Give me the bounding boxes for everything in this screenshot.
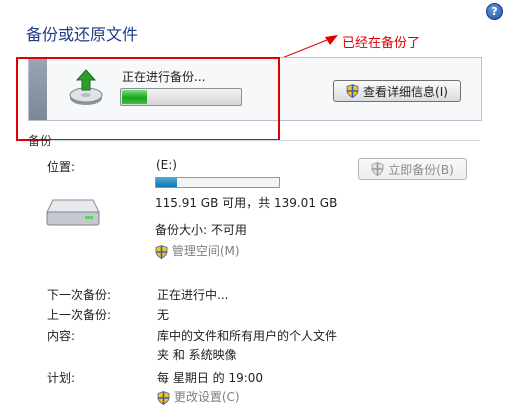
page-title: 备份或还原文件	[26, 25, 139, 44]
backup-now-button[interactable]: 立即备份(B)	[358, 158, 467, 180]
manage-space-link-wrap[interactable]: 管理空间(M)	[155, 242, 240, 259]
drive-space-text: 115.91 GB 可用，共 139.01 GB	[155, 196, 338, 210]
section-divider	[50, 140, 480, 141]
shield-icon	[155, 244, 168, 259]
drive-letter: (E:)	[156, 158, 177, 172]
manage-space-link[interactable]: 管理空间(M)	[172, 244, 240, 258]
backup-size-text: 备份大小: 不可用	[155, 223, 247, 237]
contents-label: 内容:	[47, 329, 76, 343]
location-label: 位置:	[47, 160, 76, 174]
change-settings-link[interactable]: 更改设置(C)	[174, 390, 240, 404]
view-details-button[interactable]: 查看详细信息(I)	[333, 80, 461, 102]
schedule-value: 每 星期日 的 19:00	[157, 371, 264, 385]
last-backup-value: 无	[157, 308, 170, 322]
capacity-fill	[156, 178, 177, 187]
next-backup-label: 下一次备份:	[47, 288, 112, 302]
schedule-label: 计划:	[47, 371, 76, 385]
view-details-label: 查看详细信息(I)	[363, 84, 448, 99]
next-backup-value: 正在进行中...	[157, 288, 229, 302]
backup-now-label: 立即备份(B)	[388, 162, 454, 177]
contents-value-line2: 夹 和 系统映像	[157, 348, 237, 362]
contents-value-line1: 库中的文件和所有用户的个人文件	[157, 329, 338, 343]
shield-icon	[346, 84, 359, 98]
help-icon[interactable]: ?	[486, 3, 503, 20]
drive-capacity-bar	[155, 177, 280, 188]
highlight-box	[16, 57, 280, 141]
shield-icon	[371, 162, 384, 176]
change-settings-link-wrap[interactable]: 更改设置(C)	[157, 388, 240, 405]
shield-icon	[157, 390, 170, 405]
drive-icon	[46, 199, 100, 226]
last-backup-label: 上一次备份:	[47, 308, 112, 322]
section-label: 备份	[28, 134, 53, 148]
annotation-text: 已经在备份了	[342, 36, 421, 51]
